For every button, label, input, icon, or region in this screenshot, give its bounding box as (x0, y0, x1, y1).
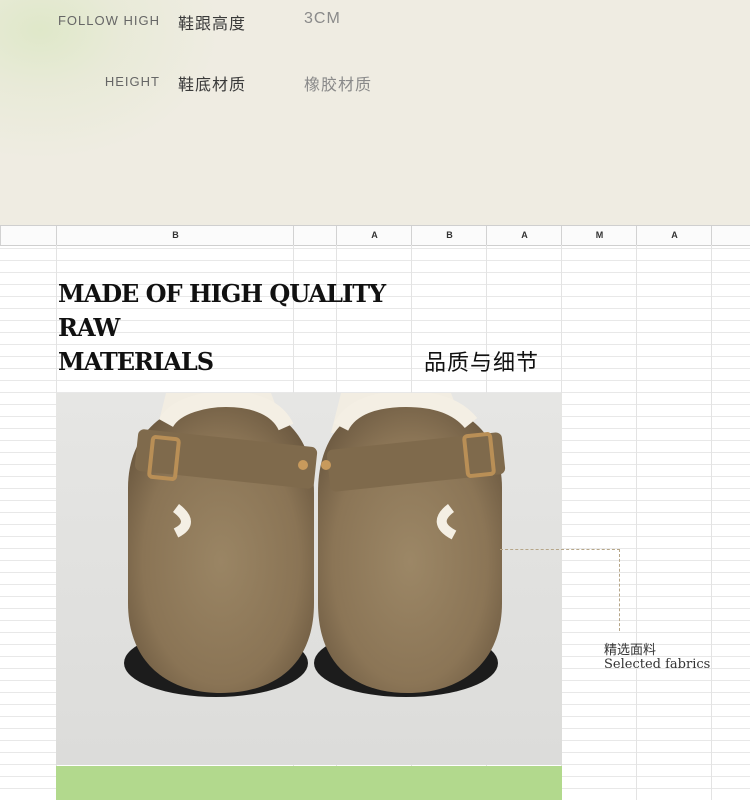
spec-row-heel: FOLLOW HIGH 鞋跟高度 3CM (0, 10, 750, 34)
column-header (711, 226, 750, 245)
section-title-cn: 品质与细节 (424, 350, 540, 375)
column-header: A (636, 226, 712, 245)
product-photo (56, 393, 562, 765)
callout-label-cn: 精选面料 (604, 642, 657, 657)
column-header (0, 226, 57, 245)
column-header: B (411, 226, 487, 245)
spec-label-cn: 鞋底材质 (178, 77, 247, 94)
spec-label-cn: 鞋跟高度 (178, 16, 247, 33)
accent-bar (56, 766, 562, 800)
spec-value: 3CM (304, 10, 341, 27)
column-header: A (336, 226, 412, 245)
spec-band: FOLLOW HIGH 鞋跟高度 3CM HEIGHT 鞋底材质 橡胶材质 (0, 0, 750, 225)
grid-line (711, 245, 712, 800)
column-header: B (56, 226, 294, 245)
callout-leader (500, 549, 620, 550)
callout-label-en: Selected fabrics (604, 657, 711, 672)
spec-row-sole: HEIGHT 鞋底材质 橡胶材质 (0, 71, 750, 95)
column-header-row: B A B A M A (0, 225, 750, 246)
headline-line: MADE OF HIGH QUALITY (58, 279, 386, 308)
column-header: A (486, 226, 562, 245)
column-header (293, 226, 337, 245)
headline: MADE OF HIGH QUALITY RAW MATERIALS (58, 277, 386, 379)
callout-leader (619, 549, 620, 631)
spec-label-en: HEIGHT (104, 74, 160, 89)
spec-value: 橡胶材质 (304, 77, 373, 94)
grid-line (636, 245, 637, 800)
headline-line: MATERIALS (58, 347, 214, 376)
clog-illustration (56, 393, 562, 765)
spreadsheet-section: B A B A M A MADE OF HIGH QUALITY RAW MAT… (0, 225, 750, 800)
headline-line: RAW (58, 313, 120, 342)
spec-label-en: FOLLOW HIGH (57, 13, 160, 28)
column-header: M (561, 226, 637, 245)
